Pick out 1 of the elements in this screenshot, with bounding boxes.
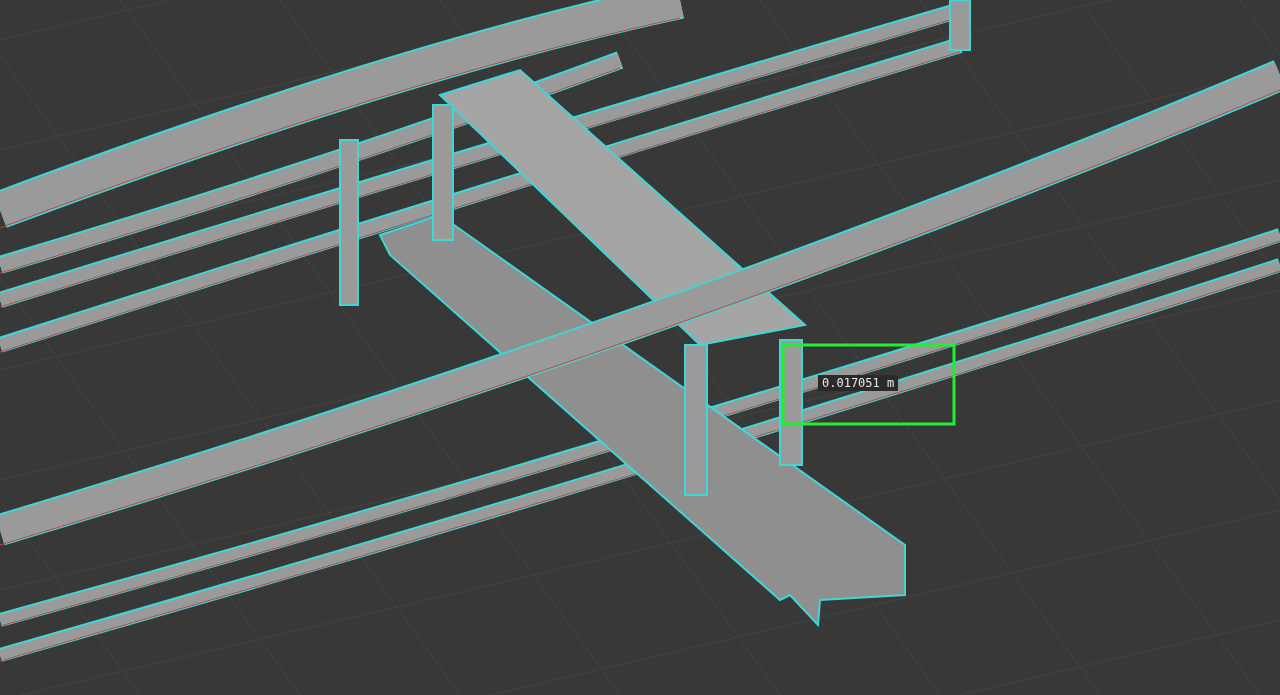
measurement-label: 0.017051 m <box>818 375 899 391</box>
